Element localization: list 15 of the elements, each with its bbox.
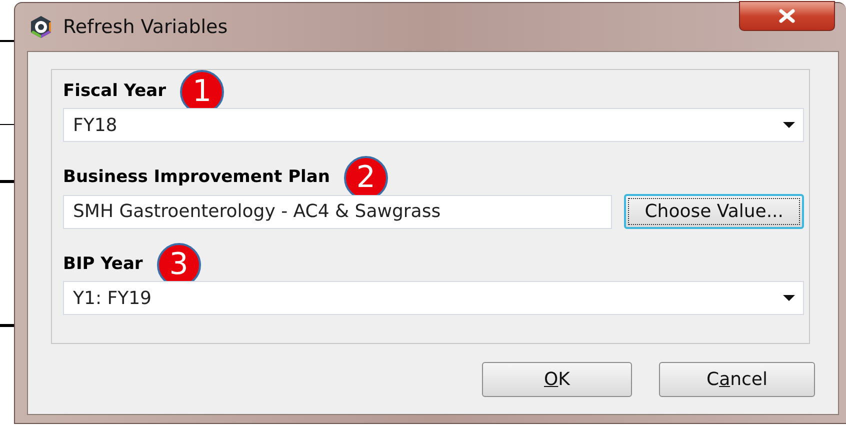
dropdown-field[interactable]: FY18: [63, 108, 804, 142]
app-logo-icon: [29, 15, 53, 39]
dropdown-field[interactable]: Y1: FY19: [63, 281, 804, 315]
close-button[interactable]: [739, 1, 835, 31]
field-label: Business Improvement Plan: [63, 166, 330, 190]
dropdown-arrow-icon: [783, 295, 795, 301]
close-icon: [778, 9, 796, 23]
input-field[interactable]: SMH Gastroenterology - AC4 & Sawgrass: [63, 194, 612, 228]
choose-value-button[interactable]: Choose Value...: [624, 194, 804, 229]
dialog-button[interactable]: OK: [482, 362, 632, 397]
dialog-button[interactable]: Cancel: [659, 362, 815, 397]
window-title: Refresh Variables: [63, 14, 228, 40]
field-label: Fiscal Year: [63, 80, 166, 104]
field-label: BIP Year: [63, 253, 143, 276]
dropdown-arrow-icon: [783, 122, 795, 128]
